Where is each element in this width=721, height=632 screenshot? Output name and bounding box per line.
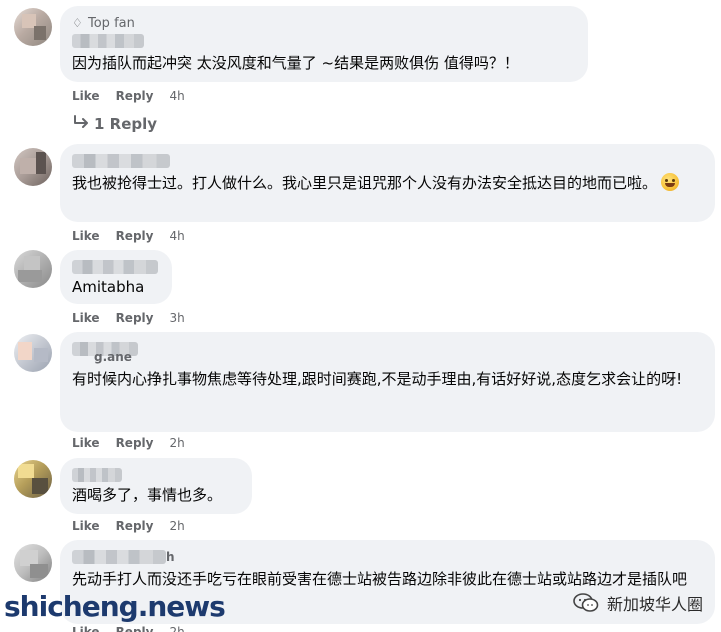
comment-actions: Like Reply 2h	[72, 435, 185, 451]
wechat-icon	[573, 593, 599, 613]
like-button[interactable]: Like	[72, 310, 100, 326]
comment-actions: Like Reply 3h	[72, 310, 185, 326]
like-button[interactable]: Like	[72, 518, 100, 534]
author-name-fragment: g.ane	[94, 350, 132, 364]
reply-button[interactable]: Reply	[116, 518, 154, 534]
wechat-account-name: 新加坡华人圈	[606, 595, 703, 614]
top-fan-badge: ♢ Top fan	[72, 14, 576, 32]
timestamp[interactable]: 2h	[169, 435, 184, 451]
comment-text: 酒喝多了，事情也多。	[72, 486, 223, 504]
wechat-account-watermark: 新加坡华人圈	[573, 590, 703, 616]
comment-bubble: g.ane 有时候内心挣扎事物焦虑等待处理,跟时间赛跑,不是动手理由,有话好好说…	[60, 332, 715, 432]
avatar[interactable]	[14, 8, 52, 46]
avatar[interactable]	[14, 544, 52, 582]
smiling-face-icon	[661, 173, 680, 191]
comment-text: 我也被抢得士过。打人做什么。我心里只是诅咒那个人没有办法安全抵达目的地而已啦。	[72, 172, 703, 195]
comment-text: 先动手打人而没还手吃亏在眼前受害在德士站被告路边除非彼此在德士站或站路边才是插队…	[72, 570, 688, 588]
comment-actions: Like Reply 2h	[72, 624, 185, 632]
reply-button[interactable]: Reply	[116, 88, 154, 104]
author-name-blurred[interactable]	[72, 550, 166, 564]
view-replies-link[interactable]: 1 Reply	[72, 114, 157, 134]
avatar[interactable]	[14, 250, 52, 288]
comment-actions: Like Reply 4h	[72, 228, 185, 244]
author-name-blurred[interactable]	[72, 154, 170, 168]
like-button[interactable]: Like	[72, 435, 100, 451]
author-name-blurred[interactable]	[72, 468, 122, 482]
author-area: g.ane	[72, 340, 703, 366]
top-fan-label: Top fan	[88, 16, 135, 31]
reply-button[interactable]: Reply	[116, 624, 154, 632]
comment-bubble: ♢ Top fan 因为插队而起冲突 太没风度和气量了 ~结果是两败俱伤 值得吗？…	[60, 6, 588, 82]
comment-text-content: 我也被抢得士过。打人做什么。我心里只是诅咒那个人没有办法安全抵达目的地而已啦。	[72, 174, 658, 192]
timestamp[interactable]: 4h	[169, 88, 184, 104]
reply-button[interactable]: Reply	[116, 435, 154, 451]
view-replies-label: 1 Reply	[94, 115, 158, 133]
author-name-blurred[interactable]	[72, 260, 158, 274]
timestamp[interactable]: 4h	[169, 228, 184, 244]
comment-text: Amitabha	[72, 278, 145, 296]
author-name-blurred[interactable]	[72, 34, 144, 48]
diamond-icon: ♢	[72, 16, 83, 30]
comment-text: 因为插队而起冲突 太没风度和气量了 ~结果是两败俱伤 值得吗？！	[72, 54, 519, 72]
like-button[interactable]: Like	[72, 88, 100, 104]
timestamp[interactable]: 2h	[169, 624, 184, 632]
reply-button[interactable]: Reply	[116, 228, 154, 244]
comment-bubble: 我也被抢得士过。打人做什么。我心里只是诅咒那个人没有办法安全抵达目的地而已啦。	[60, 144, 715, 222]
reply-button[interactable]: Reply	[116, 310, 154, 326]
comment-actions: Like Reply 4h	[72, 88, 185, 104]
author-area: h	[72, 550, 703, 566]
comment-bubble: Amitabha	[60, 250, 172, 304]
avatar[interactable]	[14, 334, 52, 372]
like-button[interactable]: Like	[72, 228, 100, 244]
shicheng-watermark: shicheng.news	[4, 590, 226, 623]
avatar[interactable]	[14, 148, 52, 186]
avatar[interactable]	[14, 460, 52, 498]
author-name-fragment: h	[166, 550, 175, 564]
timestamp[interactable]: 3h	[169, 310, 184, 326]
comment-actions: Like Reply 2h	[72, 518, 185, 534]
comment-text: 有时候内心挣扎事物焦虑等待处理,跟时间赛跑,不是动手理由,有话好好说,态度乞求会…	[72, 370, 683, 388]
comments-page: ♢ Top fan 因为插队而起冲突 太没风度和气量了 ~结果是两败俱伤 值得吗？…	[0, 0, 721, 632]
reply-arrow-icon	[72, 114, 90, 134]
timestamp[interactable]: 2h	[169, 518, 184, 534]
comment-bubble: 酒喝多了，事情也多。	[60, 458, 252, 514]
like-button[interactable]: Like	[72, 624, 100, 632]
